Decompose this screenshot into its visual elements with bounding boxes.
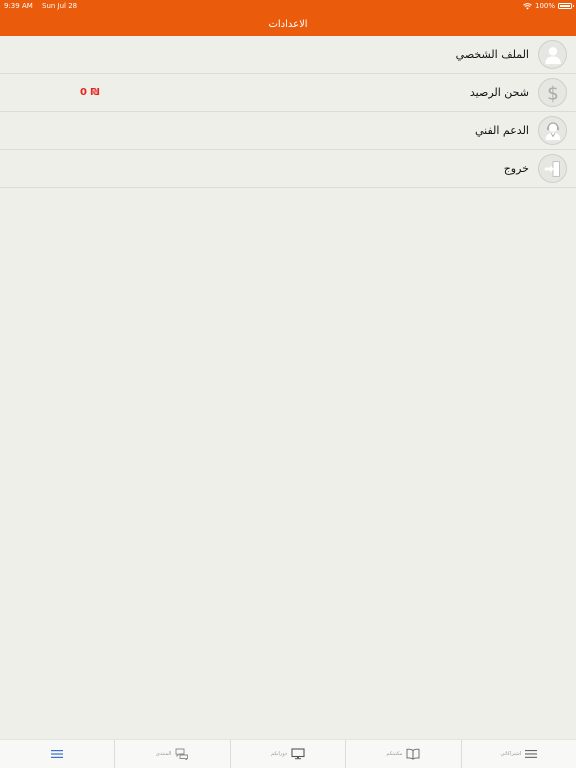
status-right: 100% <box>523 2 574 10</box>
tab-forum[interactable]: المنتدى <box>114 740 229 768</box>
menu-icon <box>51 750 64 758</box>
status-bar: 9:39 AM Sun Jul 28 100% <box>0 0 576 12</box>
chat-icon <box>175 748 189 760</box>
dollar-icon: $ <box>538 78 567 107</box>
menu-item-recharge[interactable]: $ شحن الرصيد 0 ₪ <box>0 74 576 112</box>
menu-item-label: خروج <box>503 162 529 175</box>
tab-courses[interactable]: دوراتكم <box>229 740 345 768</box>
page-title: الاعدادات <box>268 18 308 30</box>
support-agent-icon <box>538 116 567 145</box>
menu-item-label: الملف الشخصي <box>455 48 529 61</box>
status-time: 9:39 AM <box>4 2 33 10</box>
person-icon <box>538 40 567 69</box>
settings-menu: الملف الشخصي $ شحن الرصيد 0 ₪ الدعم الفن… <box>0 36 576 188</box>
tab-label: مكتبتكم <box>386 751 403 757</box>
menu-item-label: شحن الرصيد <box>469 86 529 99</box>
tab-label: اشتراكاتي <box>500 751 522 757</box>
battery-percent: 100% <box>534 2 555 10</box>
nav-bar: الاعدادات <box>0 12 576 36</box>
tab-label: المنتدى <box>155 751 172 757</box>
status-left: 9:39 AM Sun Jul 28 <box>4 2 84 10</box>
svg-text:$: $ <box>547 83 559 104</box>
menu-item-label: الدعم الفني <box>474 124 529 137</box>
tab-bar: المنتدى دوراتكم مكتبتكم اشتراكاتي <box>0 739 576 768</box>
list-icon <box>525 750 538 758</box>
logout-icon <box>538 154 567 183</box>
wifi-icon <box>523 2 532 9</box>
monitor-icon <box>291 748 305 760</box>
tab-label: دوراتكم <box>271 751 287 757</box>
status-date: Sun Jul 28 <box>42 2 78 10</box>
menu-item-logout[interactable]: خروج <box>0 150 576 188</box>
menu-item-profile[interactable]: الملف الشخصي <box>0 36 576 74</box>
tab-subscriptions[interactable]: اشتراكاتي <box>460 740 576 768</box>
battery-icon <box>558 3 574 9</box>
book-icon <box>407 748 420 760</box>
menu-item-support[interactable]: الدعم الفني <box>0 112 576 150</box>
tab-menu[interactable] <box>0 740 114 768</box>
balance-value: 0 ₪ <box>80 87 100 98</box>
tab-library[interactable]: مكتبتكم <box>345 740 460 768</box>
